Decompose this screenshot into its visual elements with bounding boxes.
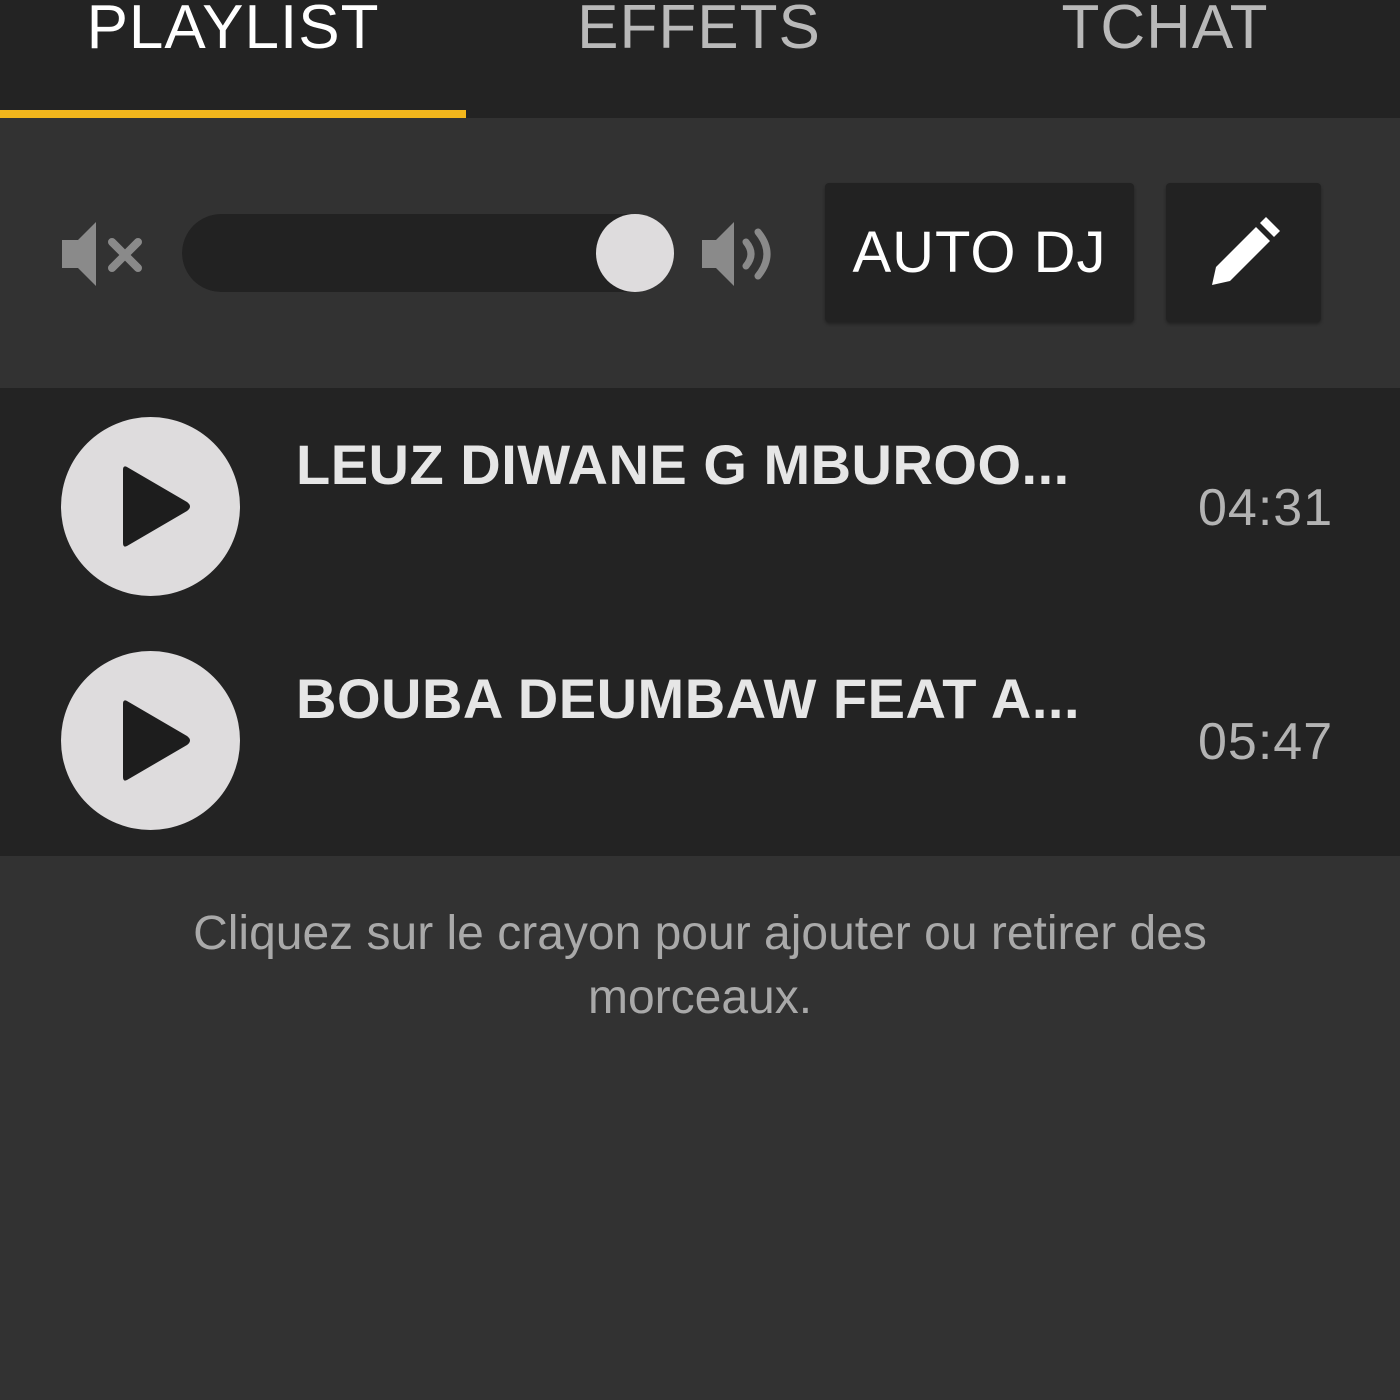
play-button[interactable] (61, 417, 240, 596)
volume-slider-thumb[interactable] (596, 214, 674, 292)
edit-playlist-button[interactable] (1166, 183, 1321, 322)
tab-bar: PLAYLIST EFFETS TCHAT (0, 0, 1400, 118)
play-icon (123, 700, 190, 781)
track-title: LEUZ DIWANE G MBUROO... (296, 433, 1070, 496)
tab-tchat[interactable]: TCHAT (932, 0, 1398, 118)
track-row[interactable]: LEUZ DIWANE G MBUROO... 04:31 (0, 388, 1400, 622)
volume-up-icon[interactable] (698, 212, 782, 296)
playlist: LEUZ DIWANE G MBUROO... 04:31 BOUBA DEUM… (0, 388, 1400, 856)
play-button[interactable] (61, 651, 240, 830)
track-duration: 05:47 (1198, 713, 1334, 771)
tab-effets[interactable]: EFFETS (466, 0, 932, 118)
tab-playlist[interactable]: PLAYLIST (0, 0, 466, 118)
volume-slider[interactable] (182, 214, 674, 292)
player-controls: AUTO DJ (0, 118, 1400, 388)
auto-dj-button[interactable]: AUTO DJ (825, 183, 1134, 322)
playlist-help-text: Cliquez sur le crayon pour ajouter ou re… (193, 907, 1207, 1024)
track-row[interactable]: BOUBA DEUMBAW FEAT A... 05:47 (0, 622, 1400, 856)
pencil-icon (1206, 215, 1282, 291)
volume-mute-icon[interactable] (58, 212, 148, 296)
tab-tchat-label: TCHAT (1061, 0, 1269, 62)
volume-slider-fill (182, 214, 635, 292)
app-root: PLAYLIST EFFETS TCHAT AUTO DJ LEUZ DIWAN… (0, 0, 1400, 1400)
play-icon (123, 466, 190, 547)
track-duration: 04:31 (1198, 479, 1334, 537)
track-title: BOUBA DEUMBAW FEAT A... (296, 667, 1081, 730)
auto-dj-button-label: AUTO DJ (852, 220, 1107, 285)
tab-playlist-label: PLAYLIST (86, 0, 380, 62)
active-tab-indicator (0, 110, 466, 118)
tab-effets-label: EFFETS (577, 0, 821, 62)
